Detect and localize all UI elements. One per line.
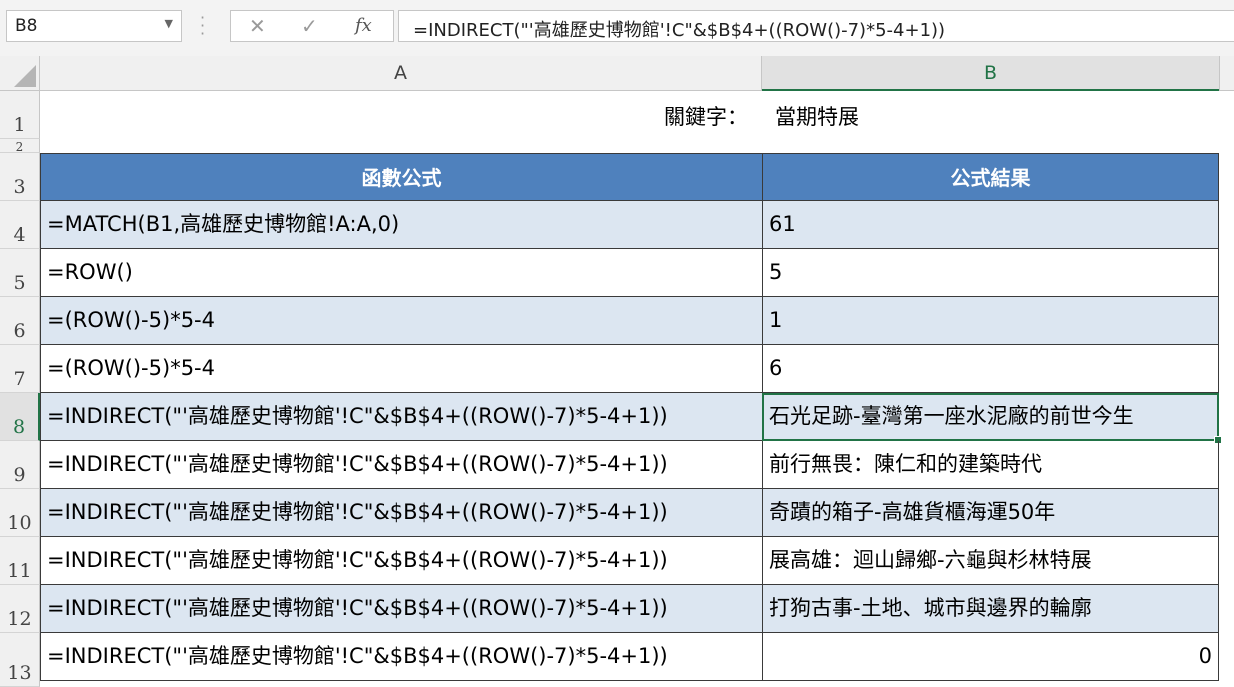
table-cell-formula[interactable]: =INDIRECT("'高雄歷史博物館'!C"&$B$4+((ROW()-7)*… bbox=[40, 585, 763, 633]
name-box-value: B8 bbox=[15, 16, 38, 36]
row-number: 11 bbox=[7, 560, 32, 582]
select-all-triangle-icon bbox=[14, 65, 36, 87]
keyword-row[interactable]: 關鍵字： 當期特展 bbox=[40, 91, 1219, 139]
column-header-a[interactable]: A bbox=[40, 56, 762, 91]
row-header-4[interactable]: 4 bbox=[0, 201, 40, 249]
row-number: 8 bbox=[12, 416, 26, 438]
row-number: 3 bbox=[13, 176, 26, 198]
table-cell-formula[interactable]: =ROW() bbox=[40, 249, 763, 297]
formula-input[interactable]: =INDIRECT("'高雄歷史博物館'!C"&$B$4+((ROW()-7)*… bbox=[398, 10, 1234, 42]
column-header-b[interactable]: B bbox=[762, 56, 1219, 91]
select-all-button[interactable] bbox=[0, 56, 40, 91]
table-cell-result[interactable]: 1 bbox=[762, 297, 1219, 345]
name-box[interactable]: B8 ▼ bbox=[6, 10, 182, 42]
row-header-10[interactable]: 10 bbox=[0, 489, 40, 537]
table-cell-formula[interactable]: =(ROW()-5)*5-4 bbox=[40, 297, 763, 345]
header-formula[interactable]: 函數公式 bbox=[40, 153, 763, 201]
table-cell-formula[interactable]: =INDIRECT("'高雄歷史博物館'!C"&$B$4+((ROW()-7)*… bbox=[40, 537, 763, 585]
table-cell-result[interactable]: 打狗古事-土地、城市與邊界的輪廓 bbox=[762, 585, 1219, 633]
header-result[interactable]: 公式結果 bbox=[762, 153, 1219, 201]
row-number: 2 bbox=[15, 140, 24, 154]
keyword-value[interactable]: 當期特展 bbox=[775, 101, 859, 131]
row-header-13[interactable]: 13 bbox=[0, 633, 40, 687]
row-header-9[interactable]: 9 bbox=[0, 441, 40, 489]
cancel-icon[interactable]: ✕ bbox=[249, 14, 266, 38]
row-number: 1 bbox=[13, 114, 26, 136]
table-cell-result[interactable]: 0 bbox=[762, 633, 1219, 681]
row-number: 12 bbox=[7, 608, 32, 630]
row-number: 10 bbox=[7, 512, 32, 534]
table-cell-result[interactable]: 展高雄：迴山歸鄉-六龜與杉林特展 bbox=[762, 537, 1219, 585]
row-header-6[interactable]: 6 bbox=[0, 297, 40, 345]
formula-text: =INDIRECT("'高雄歷史博物館'!C"&$B$4+((ROW()-7)*… bbox=[413, 20, 946, 41]
row-number: 6 bbox=[13, 320, 26, 342]
table-cell-formula[interactable]: =(ROW()-5)*5-4 bbox=[40, 345, 763, 393]
keyword-label: 關鍵字： bbox=[664, 105, 748, 129]
row-number: 9 bbox=[13, 464, 26, 486]
table-cell-result[interactable]: 奇蹟的箱子-高雄貨櫃海運50年 bbox=[762, 489, 1219, 537]
row-number: 5 bbox=[13, 272, 26, 294]
row-number: 13 bbox=[7, 662, 32, 684]
table-cell-formula[interactable]: =INDIRECT("'高雄歷史博物館'!C"&$B$4+((ROW()-7)*… bbox=[40, 489, 763, 537]
enter-icon[interactable]: ✓ bbox=[301, 14, 318, 38]
table-cell-formula[interactable]: =MATCH(B1,高雄歷史博物館!A:A,0) bbox=[40, 201, 763, 249]
row-header-3[interactable]: 3 bbox=[0, 153, 40, 201]
column-header-empty[interactable] bbox=[1219, 56, 1234, 91]
chevron-down-icon[interactable]: ▼ bbox=[165, 17, 173, 30]
table-cell-formula[interactable]: =INDIRECT("'高雄歷史博物館'!C"&$B$4+((ROW()-7)*… bbox=[40, 633, 763, 681]
row-header-2[interactable]: 2 bbox=[0, 139, 40, 154]
row-header-11[interactable]: 11 bbox=[0, 537, 40, 585]
table-cell-result[interactable]: 前行無畏：陳仁和的建築時代 bbox=[762, 441, 1219, 489]
row-header-1[interactable]: 1 bbox=[0, 91, 40, 139]
row-header-12[interactable]: 12 bbox=[0, 585, 40, 633]
column-label: A bbox=[394, 62, 407, 84]
column-label: B bbox=[983, 62, 998, 84]
table-cell-formula[interactable]: =INDIRECT("'高雄歷史博物館'!C"&$B$4+((ROW()-7)*… bbox=[40, 441, 763, 489]
formula-buttons: ✕ ✓ fx bbox=[230, 10, 394, 42]
row-number: 4 bbox=[13, 224, 26, 246]
active-cell-result[interactable]: 石光足跡-臺灣第一座水泥廠的前世今生 bbox=[762, 393, 1219, 441]
more-options-icon[interactable]: · · · bbox=[200, 10, 205, 42]
row-number: 7 bbox=[13, 368, 26, 390]
table-cell-result[interactable]: 61 bbox=[762, 201, 1219, 249]
row-header-8[interactable]: 8 bbox=[0, 393, 40, 441]
insert-function-icon[interactable]: fx bbox=[355, 15, 372, 36]
table-cell-result[interactable]: 5 bbox=[762, 249, 1219, 297]
row-header-5[interactable]: 5 bbox=[0, 249, 40, 297]
table-cell-result[interactable]: 6 bbox=[762, 345, 1219, 393]
formula-bar: B8 ▼ · · · ✕ ✓ fx =INDIRECT("'高雄歷史博物館'!C"&… bbox=[0, 0, 1234, 56]
table-cell-formula[interactable]: =INDIRECT("'高雄歷史博物館'!C"&$B$4+((ROW()-7)*… bbox=[40, 393, 763, 441]
row-header-7[interactable]: 7 bbox=[0, 345, 40, 393]
